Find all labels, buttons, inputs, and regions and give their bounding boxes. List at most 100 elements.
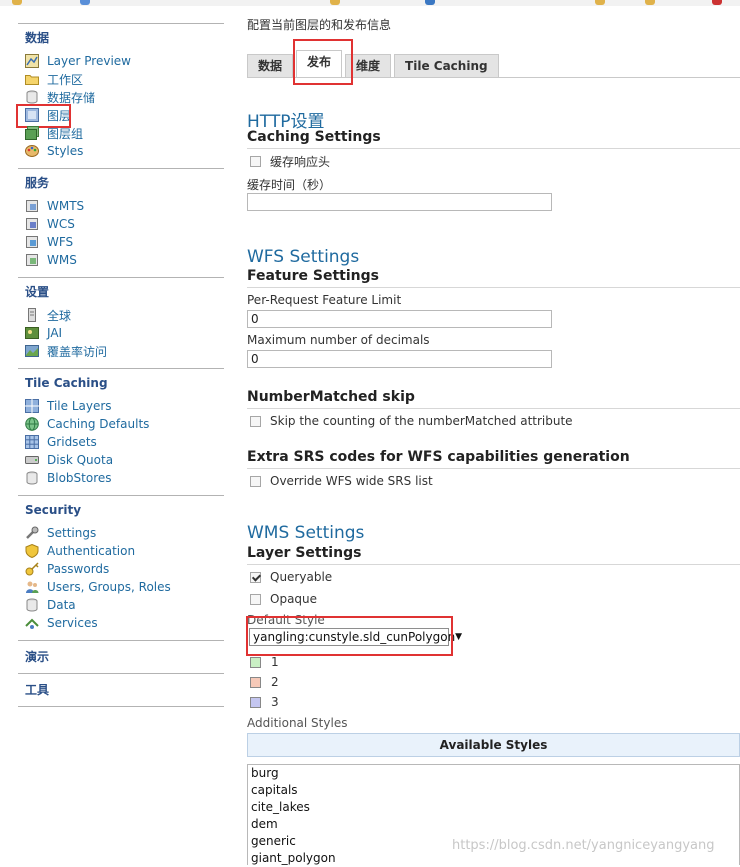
- sidebar-item-label: Disk Quota: [47, 453, 114, 467]
- style-option[interactable]: cite_lakes: [248, 799, 739, 816]
- section-title-services[interactable]: 服务: [25, 176, 49, 190]
- queryable-checkbox[interactable]: [250, 571, 261, 583]
- cache-time-label: 缓存时间（秒）: [247, 178, 332, 192]
- settings-icon: [25, 308, 39, 322]
- sidebar-item-security-settings[interactable]: Settings: [25, 525, 96, 541]
- opaque-label: Opaque: [270, 592, 318, 606]
- section-underline: [247, 468, 740, 469]
- override-srs-checkbox[interactable]: [250, 475, 261, 487]
- section-title-data[interactable]: 数据: [25, 31, 49, 45]
- database-icon: [25, 471, 39, 485]
- sidebar-item-workspaces[interactable]: 工作区: [25, 71, 83, 87]
- cache-time-input[interactable]: [247, 193, 552, 211]
- skip-number-matched-checkbox[interactable]: [250, 415, 261, 427]
- sidebar-item-gridsets[interactable]: Gridsets: [25, 434, 97, 450]
- layer-settings-subheading: Layer Settings: [247, 545, 362, 561]
- sidebar-item-stores[interactable]: 数据存储: [25, 89, 95, 105]
- section-underline: [247, 287, 740, 288]
- sidebar-item-label: WMTS: [47, 199, 85, 213]
- cache-response-headers-label: 缓存响应头: [270, 154, 331, 169]
- sidebar-item-label: BlobStores: [47, 471, 112, 485]
- globe-icon: [25, 417, 39, 431]
- opaque-row[interactable]: Opaque: [250, 591, 317, 607]
- style-option[interactable]: capitals: [248, 782, 739, 799]
- sidebar-item-styles[interactable]: Styles: [25, 143, 83, 159]
- sidebar-item-wcs[interactable]: WCS: [25, 216, 75, 232]
- bookmark-icon: [80, 0, 90, 5]
- opaque-checkbox[interactable]: [250, 593, 261, 605]
- available-styles-header: Available Styles: [247, 733, 740, 757]
- skip-number-matched-row[interactable]: Skip the counting of the numberMatched a…: [250, 413, 573, 429]
- cache-response-headers-row[interactable]: 缓存响应头: [250, 153, 330, 169]
- tile-layers-icon: [25, 399, 39, 413]
- sidebar-item-label: JAI: [47, 326, 63, 340]
- sidebar-item-global[interactable]: 全球: [25, 307, 71, 323]
- sidebar-item-coverage-access[interactable]: 覆盖率访问: [25, 343, 107, 359]
- sidebar-item-label: Users, Groups, Roles: [47, 580, 171, 594]
- sidebar-item-label: Layer Preview: [47, 54, 131, 68]
- override-srs-row[interactable]: Override WFS wide SRS list: [250, 473, 433, 489]
- highlight-box-publishing-tab: [293, 39, 353, 85]
- sidebar-item-label: Services: [47, 616, 98, 630]
- sidebar-item-label: Caching Defaults: [47, 417, 150, 431]
- sidebar-item-passwords[interactable]: Passwords: [25, 561, 109, 577]
- style-option[interactable]: burg: [248, 765, 739, 782]
- sidebar-item-label: Authentication: [47, 544, 136, 558]
- sidebar-item-label: 全球: [47, 308, 72, 323]
- queryable-label: Queryable: [270, 570, 333, 584]
- section-divider: [18, 640, 224, 641]
- jai-icon: [25, 326, 39, 340]
- feature-limit-label: Per-Request Feature Limit: [247, 293, 402, 307]
- section-underline: [247, 148, 740, 149]
- section-title-settings[interactable]: 设置: [25, 285, 49, 299]
- coverage-icon: [25, 344, 39, 358]
- sidebar-item-label: 数据存储: [47, 90, 96, 105]
- section-divider: [18, 673, 224, 674]
- feature-limit-input[interactable]: [247, 310, 552, 328]
- sidebar-item-services-security[interactable]: Services: [25, 615, 98, 631]
- max-decimals-input[interactable]: [247, 350, 552, 368]
- sidebar-item-blobstores[interactable]: BlobStores: [25, 470, 112, 486]
- style-option[interactable]: dem: [248, 816, 739, 833]
- sidebar-item-label: Gridsets: [47, 435, 97, 449]
- sidebar-item-layer-preview[interactable]: Layer Preview: [25, 53, 131, 69]
- key-icon: [25, 562, 39, 576]
- legend-swatch: [250, 676, 261, 688]
- section-divider: [18, 495, 224, 496]
- wfs-settings-heading: WFS Settings: [247, 247, 360, 267]
- users-icon: [25, 580, 39, 594]
- sidebar-item-caching-defaults[interactable]: Caching Defaults: [25, 416, 149, 432]
- sidebar-item-tile-layers[interactable]: Tile Layers: [25, 398, 112, 414]
- sidebar-item-jai[interactable]: JAI: [25, 325, 62, 341]
- sidebar-item-users-groups-roles[interactable]: Users, Groups, Roles: [25, 579, 171, 595]
- sidebar-item-layer-groups[interactable]: 图层组: [25, 125, 83, 141]
- sidebar-item-label: 工作区: [47, 72, 84, 87]
- additional-styles-label: Additional Styles: [247, 716, 348, 730]
- sidebar-item-disk-quota[interactable]: Disk Quota: [25, 452, 113, 468]
- sidebar-item-data-security[interactable]: Data: [25, 597, 76, 613]
- queryable-row[interactable]: Queryable: [250, 569, 332, 585]
- tab-tile-caching[interactable]: Tile Caching: [394, 54, 499, 78]
- main-panel: 配置当前图层的和发布信息 数据 发布 维度 Tile Caching HTTP设…: [246, 0, 740, 865]
- sidebar-item-wmts[interactable]: WMTS: [25, 198, 84, 214]
- cache-response-headers-checkbox[interactable]: [250, 155, 261, 167]
- legend-row: 2: [250, 675, 279, 689]
- sidebar-item-wms[interactable]: WMS: [25, 252, 77, 268]
- section-divider: [18, 23, 224, 24]
- skip-number-matched-label: Skip the counting of the numberMatched a…: [270, 414, 573, 428]
- override-srs-label: Override WFS wide SRS list: [270, 474, 433, 488]
- grid-icon: [25, 435, 39, 449]
- legend-label: 2: [271, 675, 279, 689]
- section-title-tile-caching[interactable]: Tile Caching: [25, 376, 108, 390]
- sidebar-item-wfs[interactable]: WFS: [25, 234, 73, 250]
- sidebar-item-label: Passwords: [47, 562, 110, 576]
- max-decimals-label: Maximum number of decimals: [247, 333, 430, 347]
- sidebar-item-authentication[interactable]: Authentication: [25, 543, 135, 559]
- section-title-tools[interactable]: 工具: [25, 683, 49, 697]
- section-divider: [18, 277, 224, 278]
- wms-settings-heading: WMS Settings: [247, 523, 365, 543]
- section-title-demos[interactable]: 演示: [25, 650, 49, 664]
- legend-label: 1: [271, 655, 279, 669]
- section-title-security[interactable]: Security: [25, 503, 81, 517]
- tab-data[interactable]: 数据: [247, 54, 294, 78]
